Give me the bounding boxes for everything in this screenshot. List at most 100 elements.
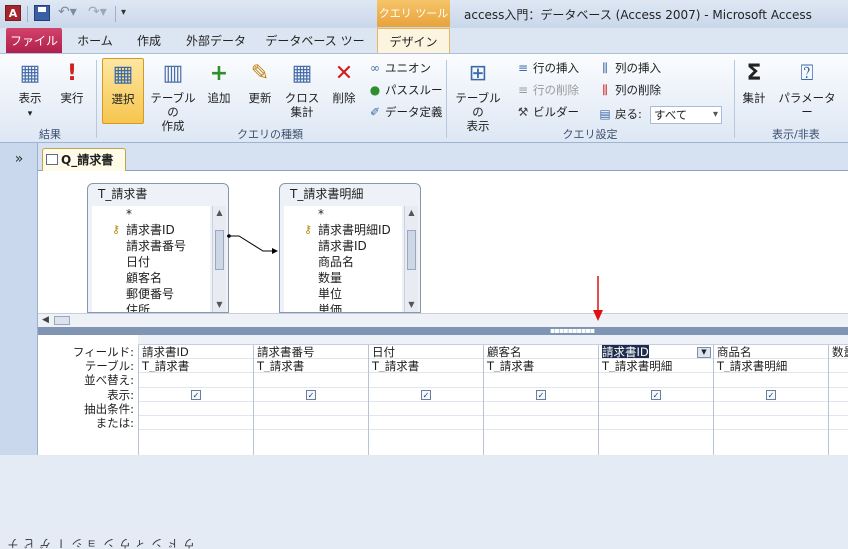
field-list-t-invoice[interactable]: T_請求書 * ⚷ 請求書ID 請求書番号 日付 顧客名 郵便番号 住所 ▲ ▼	[87, 183, 229, 313]
table-pane-horizontal-scrollbar[interactable]: ◀	[38, 313, 848, 327]
return-combo[interactable]: すべて	[650, 106, 722, 124]
sort-cell[interactable]	[484, 373, 598, 388]
criteria-cell[interactable]	[599, 402, 713, 416]
field-item[interactable]: 日付	[92, 254, 210, 270]
criteria-cell[interactable]	[829, 402, 848, 416]
criteria-cell[interactable]	[369, 402, 483, 416]
data-definition-button[interactable]: ✐ データ定義	[368, 105, 443, 120]
criteria-cell[interactable]	[714, 402, 828, 416]
scroll-thumb[interactable]	[54, 316, 70, 325]
grid-column[interactable]: 商品名 T_請求書明細 ✓	[713, 345, 828, 455]
table-cell[interactable]: T_請求書	[254, 359, 368, 374]
sort-cell[interactable]	[714, 373, 828, 388]
field-cell[interactable]: 請求書番号	[254, 345, 368, 360]
crosstab-button[interactable]: ▦ クロス 集計	[282, 60, 322, 119]
table-cell[interactable]: T_請求書明細	[599, 359, 713, 374]
grid-column[interactable]: 請求書番号 T_請求書 ✓	[253, 345, 368, 455]
show-checkbox[interactable]: ✓	[306, 390, 316, 401]
field-list-title[interactable]: T_請求書	[88, 184, 228, 204]
or-cell[interactable]	[599, 416, 713, 431]
field-item[interactable]: 単価	[284, 302, 402, 312]
table-cell[interactable]: T_請求書	[139, 359, 253, 374]
insert-columns-button[interactable]: ⫼ 列の挿入	[598, 61, 661, 76]
run-button[interactable]: ! 実行	[54, 60, 90, 105]
access-app-icon[interactable]: A	[5, 5, 21, 21]
scroll-thumb[interactable]	[407, 230, 416, 270]
union-button[interactable]: ∞ ユニオン	[368, 61, 431, 76]
scroll-down-icon[interactable]: ▼	[215, 300, 224, 310]
delete-columns-button[interactable]: ⫼ 列の削除	[598, 83, 661, 98]
or-cell[interactable]	[369, 416, 483, 431]
delete-rows-button[interactable]: ≡ 行の削除	[516, 83, 579, 98]
insert-rows-button[interactable]: ≡ 行の挿入	[516, 61, 579, 76]
table-cell[interactable]: T_請求書	[484, 359, 598, 374]
pass-through-button[interactable]: ● パススルー	[368, 83, 443, 98]
nav-pane-expand-icon[interactable]: »	[0, 147, 38, 171]
field-cell[interactable]: 請求書ID	[139, 345, 253, 360]
field-item[interactable]: *	[284, 206, 402, 222]
scroll-left-icon[interactable]: ◀	[42, 315, 49, 325]
criteria-cell[interactable]	[139, 402, 253, 416]
field-item[interactable]: 郵便番号	[92, 286, 210, 302]
or-cell[interactable]	[139, 416, 253, 431]
grid-column[interactable]: 顧客名 T_請求書 ✓	[483, 345, 598, 455]
tab-create[interactable]: 作成	[126, 28, 172, 54]
field-cell[interactable]: 数量	[829, 345, 848, 360]
customize-quick-access-icon[interactable]: ▾	[121, 5, 137, 21]
grid-column[interactable]: 数量	[828, 345, 848, 455]
redo-icon[interactable]: ↷▾	[88, 5, 107, 21]
table-cell[interactable]: T_請求書明細	[714, 359, 828, 374]
field-item[interactable]: 顧客名	[92, 270, 210, 286]
field-item[interactable]: 単位	[284, 286, 402, 302]
append-button[interactable]: + 追加	[202, 60, 236, 105]
table-cell[interactable]: T_請求書	[369, 359, 483, 374]
scroll-up-icon[interactable]: ▲	[407, 208, 416, 218]
update-button[interactable]: ✎ 更新	[240, 60, 280, 105]
pane-splitter-bar[interactable]: ▪▪▪▪▪▪▪▪▪▪	[38, 327, 848, 335]
field-dropdown-icon[interactable]: ▼	[697, 347, 711, 358]
field-list-scrollbar[interactable]: ▲ ▼	[212, 206, 226, 312]
scroll-down-icon[interactable]: ▼	[407, 300, 416, 310]
field-cell[interactable]: 顧客名	[484, 345, 598, 360]
field-item[interactable]: 請求書ID	[284, 238, 402, 254]
criteria-cell[interactable]	[484, 402, 598, 416]
tab-database-tools[interactable]: データベース ツール	[260, 28, 370, 74]
view-button[interactable]: ▦ 表示 ▾	[8, 60, 52, 121]
scroll-thumb[interactable]	[215, 230, 224, 270]
criteria-cell[interactable]	[254, 402, 368, 416]
field-item[interactable]: ⚷ 請求書ID	[92, 222, 210, 238]
undo-icon[interactable]: ↶▾	[58, 5, 77, 21]
show-checkbox[interactable]: ✓	[536, 390, 546, 401]
field-item[interactable]: ⚷ 請求書明細ID	[284, 222, 402, 238]
tab-file[interactable]: ファイル	[6, 28, 62, 54]
builder-button[interactable]: ⚒ ビルダー	[516, 105, 579, 120]
document-tab-q-invoice[interactable]: Q_請求書	[42, 148, 126, 171]
field-item[interactable]: 数量	[284, 270, 402, 286]
or-cell[interactable]	[829, 416, 848, 431]
show-cell[interactable]	[829, 388, 848, 402]
field-list-t-invoice-detail[interactable]: T_請求書明細 * ⚷ 請求書明細ID 請求書ID 商品名 数量 単位 単価 ▲ …	[279, 183, 421, 313]
sort-cell[interactable]	[369, 373, 483, 388]
field-cell[interactable]: 請求書ID ▼	[599, 345, 713, 360]
show-checkbox[interactable]: ✓	[651, 390, 661, 401]
field-list-title[interactable]: T_請求書明細	[280, 184, 420, 204]
delete-query-button[interactable]: ✕ 削除	[326, 60, 362, 105]
grid-column[interactable]: 日付 T_請求書 ✓	[368, 345, 483, 455]
field-item[interactable]: 住所	[92, 302, 210, 312]
parameters-button[interactable]: ⍰ パラメーター	[774, 60, 840, 119]
field-cell[interactable]: 商品名	[714, 345, 828, 360]
save-icon[interactable]	[34, 5, 50, 21]
or-cell[interactable]	[484, 416, 598, 431]
totals-button[interactable]: Σ 集計	[738, 60, 770, 105]
sort-cell[interactable]	[139, 373, 253, 388]
tab-design[interactable]: デザイン	[377, 28, 450, 54]
make-table-button[interactable]: ▥ テーブルの 作成	[146, 60, 200, 133]
or-cell[interactable]	[254, 416, 368, 431]
or-cell[interactable]	[714, 416, 828, 431]
field-item[interactable]: *	[92, 206, 210, 222]
grid-column-selected[interactable]: 請求書ID ▼ T_請求書明細 ✓	[598, 345, 713, 455]
field-cell[interactable]: 日付	[369, 345, 483, 360]
relationship-join-line[interactable]	[227, 231, 281, 255]
scroll-up-icon[interactable]: ▲	[215, 208, 224, 218]
field-item[interactable]: 商品名	[284, 254, 402, 270]
